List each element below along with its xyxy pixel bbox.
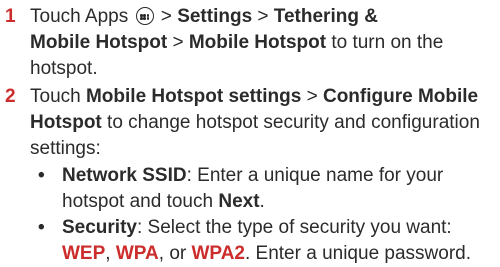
tethering-label: Tethering & [273, 6, 378, 27]
text-segment: : Select the type of security you want: [136, 217, 452, 238]
bullet-1-line-1: Network SSID: Enter a unique name for yo… [62, 163, 500, 189]
settings-label: Settings [177, 6, 253, 27]
text-segment: , [105, 243, 116, 264]
text-segment: > [252, 6, 274, 27]
step-1-line-1: Touch Apps > Settings > Tethering & [30, 4, 498, 30]
bullet-text: Security: Select the type of security yo… [62, 215, 500, 267]
step-number: 2 [5, 86, 16, 107]
bullet-2-line-2: WEP, WPA, or WPA2. Enter a unique passwo… [62, 241, 500, 267]
configure-label: Configure Mobile [322, 86, 479, 107]
text-segment: Touch Apps [30, 6, 129, 27]
text-segment: . Enter a unique password. [244, 243, 472, 264]
text-segment: > [155, 6, 178, 27]
step-1-text: Touch Apps > Settings > Tethering & Mobi… [30, 4, 498, 82]
text-segment: : Enter a unique name for your [186, 165, 444, 186]
bullet-dot: • [38, 217, 45, 238]
tethering-label-cont: Mobile Hotspot [30, 32, 168, 53]
text-segment: . [259, 191, 265, 212]
security-label: Security [62, 217, 137, 238]
instructions-document: 1 Touch Apps > Settings > Tethering & Mo… [0, 0, 500, 265]
step-2-line-2: Hotspot to change hotspot security and c… [30, 110, 498, 136]
bullet-dot: • [38, 165, 45, 186]
network-ssid-label: Network SSID [62, 165, 187, 186]
step-1-line-3: hotspot. [30, 58, 98, 79]
step-2-text: Touch Mobile Hotspot settings > Configur… [30, 84, 498, 162]
text-segment: > [301, 86, 323, 107]
mobile-hotspot-label: Mobile Hotspot [188, 32, 327, 53]
wpa-option: WPA [115, 243, 159, 264]
configure-label-cont: Hotspot [30, 112, 102, 133]
wpa2-option: WPA2 [191, 243, 245, 264]
step-number: 1 [5, 6, 16, 27]
hotspot-settings-label: Mobile Hotspot settings [85, 86, 302, 107]
step-1-line-2: Mobile Hotspot > Mobile Hotspot to turn … [30, 30, 498, 56]
text-segment: Touch [30, 86, 86, 107]
text-segment: hotspot and touch [62, 191, 219, 212]
next-label: Next [218, 191, 260, 212]
wep-option: WEP [62, 243, 106, 264]
bullet-1-line-2: hotspot and touch Next. [62, 189, 500, 215]
step-2-line-3: settings: [30, 138, 101, 159]
text-segment: to change hotspot security and configura… [101, 112, 480, 133]
bullet-2-line-1: Security: Select the type of security yo… [62, 215, 500, 241]
text-segment: , or [158, 243, 192, 264]
step-2-line-1: Touch Mobile Hotspot settings > Configur… [30, 84, 498, 110]
text-segment: > [167, 32, 189, 53]
text-segment: to turn on the [326, 32, 444, 53]
bullet-text: Network SSID: Enter a unique name for yo… [62, 163, 500, 215]
apps-icon [135, 7, 154, 25]
